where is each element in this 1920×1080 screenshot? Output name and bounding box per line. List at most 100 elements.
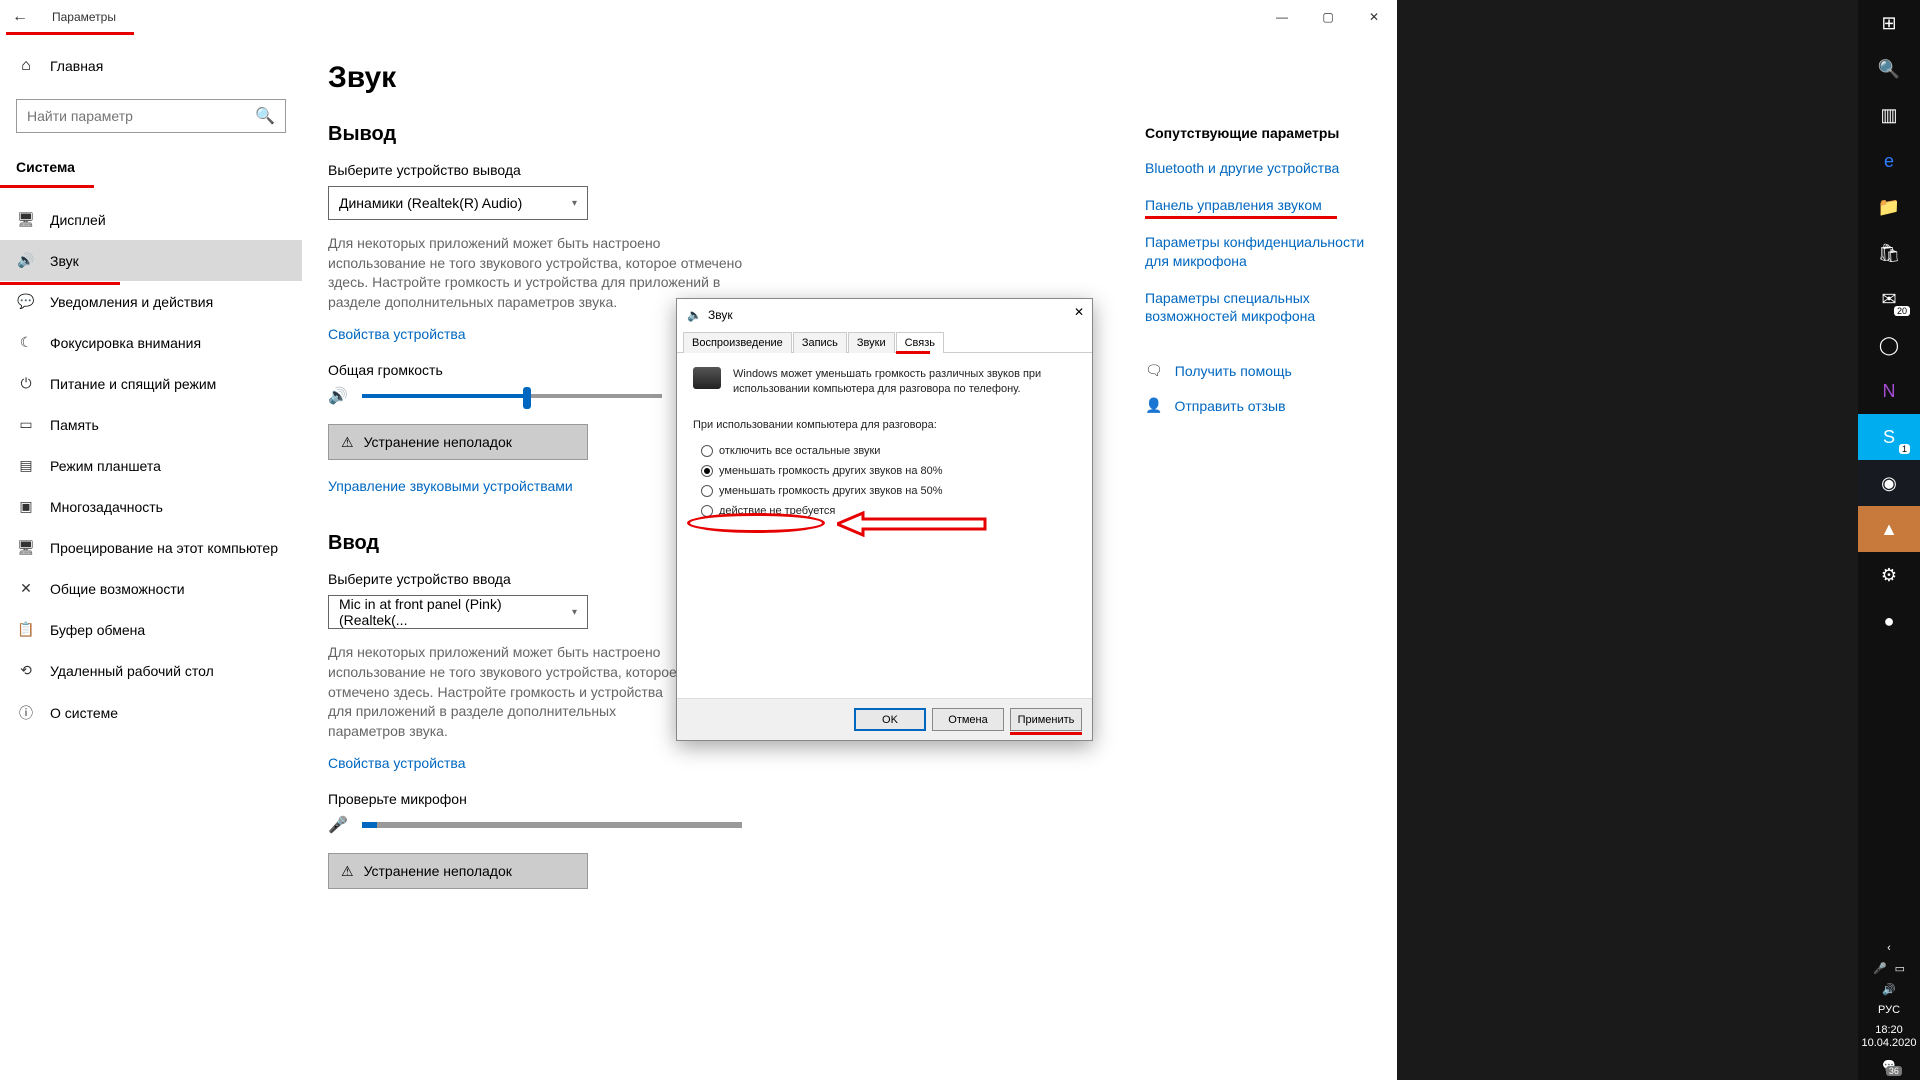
tablet-icon: ▤: [16, 457, 36, 474]
sidebar-item-sound[interactable]: 🔊 Звук: [0, 240, 302, 281]
settings-taskbar-icon[interactable]: ⚙: [1858, 552, 1920, 598]
clock[interactable]: 18:20 10.04.2020: [1861, 1024, 1916, 1052]
search-input[interactable]: [27, 108, 255, 124]
sidebar-item-label: Режим планшета: [50, 458, 161, 474]
sidebar: ⌂ Главная 🔍 Система 🖥 Дисплей: [0, 33, 302, 1080]
display-icon: 🖥: [16, 211, 36, 228]
get-help-link[interactable]: 🗨 Получить помощь: [1145, 362, 1365, 379]
explorer-icon[interactable]: 📁: [1858, 184, 1920, 230]
sidebar-category: Система: [0, 151, 302, 185]
taskbar: ⊞ 🔍 ▥ e 📁 🛍 ✉20 ◯ N S1 ◉ ▲ ⚙ ● ‹ 🎤 ▭ 🔊 Р…: [1858, 0, 1920, 1080]
language-indicator[interactable]: РУС: [1878, 1004, 1900, 1016]
sidebar-item-multitask[interactable]: ▣ Многозадачность: [0, 486, 302, 527]
chrome-icon[interactable]: ◯: [1858, 322, 1920, 368]
shared-icon: ✕: [16, 580, 36, 597]
apply-button[interactable]: Применить: [1010, 708, 1082, 731]
sidebar-item-notifications[interactable]: 💬 Уведомления и действия: [0, 281, 302, 322]
page-title: Звук: [328, 61, 1397, 95]
store-icon[interactable]: 🛍: [1858, 230, 1920, 276]
cancel-button[interactable]: Отмена: [932, 708, 1004, 731]
sound-icon: 🔊: [16, 252, 36, 269]
sidebar-item-label: Звук: [50, 253, 79, 269]
input-props-link[interactable]: Свойства устройства: [328, 755, 466, 771]
output-device-dropdown[interactable]: Динамики (Realtek(R) Audio) ▾: [328, 186, 588, 220]
annotation-underline: [1010, 732, 1082, 735]
radio-reduce-80[interactable]: уменьшать громкость других звуков на 80%: [701, 465, 1076, 477]
start-button[interactable]: ⊞: [1858, 0, 1920, 46]
sidebar-item-focus[interactable]: ☾ Фокусировка внимания: [0, 322, 302, 363]
sidebar-item-label: Память: [50, 417, 99, 433]
action-center-icon[interactable]: 💬36: [1882, 1059, 1896, 1072]
chevron-down-icon: ▾: [572, 198, 577, 209]
related-heading: Сопутствующие параметры: [1145, 125, 1365, 141]
warning-icon: ⚠: [341, 863, 354, 880]
ok-button[interactable]: OK: [854, 708, 926, 731]
tab-record[interactable]: Запись: [793, 332, 847, 353]
steam-icon[interactable]: ◉: [1858, 460, 1920, 506]
output-props-link[interactable]: Свойства устройства: [328, 326, 466, 342]
radio-icon: [701, 465, 713, 477]
sidebar-item-remote[interactable]: ⟲ Удаленный рабочий стол: [0, 650, 302, 691]
task-view-icon[interactable]: ▥: [1858, 92, 1920, 138]
radio-icon: [701, 445, 713, 457]
radio-reduce-50[interactable]: уменьшать громкость других звуков на 50%: [701, 485, 1076, 497]
close-button[interactable]: ✕: [1351, 0, 1397, 33]
tab-sounds[interactable]: Звуки: [848, 332, 895, 353]
input-desc: Для некоторых приложений может быть наст…: [328, 643, 678, 741]
sidebar-item-clipboard[interactable]: 📋 Буфер обмена: [0, 609, 302, 650]
sidebar-item-project[interactable]: 🖥 Проецирование на этот компьютер: [0, 527, 302, 568]
sidebar-item-storage[interactable]: ▭ Память: [0, 404, 302, 445]
output-troubleshoot-button[interactable]: ⚠ Устранение неполадок: [328, 424, 588, 460]
sidebar-item-label: Питание и спящий режим: [50, 376, 216, 392]
sidebar-home[interactable]: ⌂ Главная: [0, 45, 302, 87]
sidebar-item-shared[interactable]: ✕ Общие возможности: [0, 568, 302, 609]
sidebar-item-display[interactable]: 🖥 Дисплей: [0, 199, 302, 240]
back-button[interactable]: ←: [8, 8, 32, 26]
chevron-down-icon: ▾: [572, 607, 577, 618]
window-controls: — ▢ ✕: [1259, 0, 1397, 33]
feedback-icon: 👤: [1145, 397, 1162, 414]
pinned-app-icon[interactable]: ●: [1858, 598, 1920, 644]
tray-mic-icon[interactable]: 🎤: [1873, 962, 1887, 975]
related-link-sound-cpl[interactable]: Панель управления звуком: [1145, 196, 1365, 215]
maximize-button[interactable]: ▢: [1305, 0, 1351, 33]
feedback-link[interactable]: 👤 Отправить отзыв: [1145, 397, 1365, 414]
radio-do-nothing[interactable]: действие не требуется: [701, 505, 1076, 517]
related-link-bluetooth[interactable]: Bluetooth и другие устройства: [1145, 159, 1365, 178]
tray-expand-icon[interactable]: ‹: [1887, 942, 1891, 954]
output-device-value: Динамики (Realtek(R) Audio): [339, 195, 522, 211]
skype-icon[interactable]: S1: [1858, 414, 1920, 460]
dialog-tabs: Воспроизведение Запись Звуки Связь: [677, 331, 1092, 353]
sidebar-item-tablet[interactable]: ▤ Режим планшета: [0, 445, 302, 486]
home-icon: ⌂: [16, 57, 36, 75]
sidebar-item-power[interactable]: ⏻ Питание и спящий режим: [0, 363, 302, 404]
onenote-icon[interactable]: N: [1858, 368, 1920, 414]
tab-playback[interactable]: Воспроизведение: [683, 332, 792, 353]
manage-audio-link[interactable]: Управление звуковыми устройствами: [328, 478, 573, 494]
sidebar-item-label: Многозадачность: [50, 499, 163, 515]
settings-titlebar: ← Параметры — ▢ ✕: [0, 0, 1397, 33]
dialog-close-button[interactable]: ✕: [1074, 305, 1084, 319]
app-icon[interactable]: ▲: [1858, 506, 1920, 552]
input-device-dropdown[interactable]: Mic in at front panel (Pink) (Realtek(..…: [328, 595, 588, 629]
tab-communications[interactable]: Связь: [896, 332, 944, 353]
search-icon: 🔍: [255, 106, 275, 126]
edge-icon[interactable]: e: [1858, 138, 1920, 184]
tray-cast-icon[interactable]: ▭: [1895, 962, 1905, 975]
sidebar-item-label: Дисплей: [50, 212, 106, 228]
taskbar-search-icon[interactable]: 🔍: [1858, 46, 1920, 92]
storage-icon: ▭: [16, 416, 36, 433]
mail-icon[interactable]: ✉20: [1858, 276, 1920, 322]
related-link-mic-privacy[interactable]: Параметры конфиденциальности для микрофо…: [1145, 233, 1365, 271]
related-pane: Сопутствующие параметры Bluetooth и друг…: [1145, 125, 1365, 432]
sidebar-item-about[interactable]: ⓘ О системе: [0, 691, 302, 735]
search-input-wrapper[interactable]: 🔍: [16, 99, 286, 133]
sidebar-item-label: Проецирование на этот компьютер: [50, 540, 278, 556]
volume-slider[interactable]: [362, 394, 662, 398]
related-link-mic-access[interactable]: Параметры специальных возможностей микро…: [1145, 289, 1365, 327]
tray-volume-icon[interactable]: 🔊: [1882, 983, 1896, 996]
dialog-body: Windows может уменьшать громкость различ…: [677, 353, 1092, 698]
radio-mute-all[interactable]: отключить все остальные звуки: [701, 445, 1076, 457]
minimize-button[interactable]: —: [1259, 0, 1305, 33]
input-troubleshoot-button[interactable]: ⚠ Устранение неполадок: [328, 853, 588, 889]
